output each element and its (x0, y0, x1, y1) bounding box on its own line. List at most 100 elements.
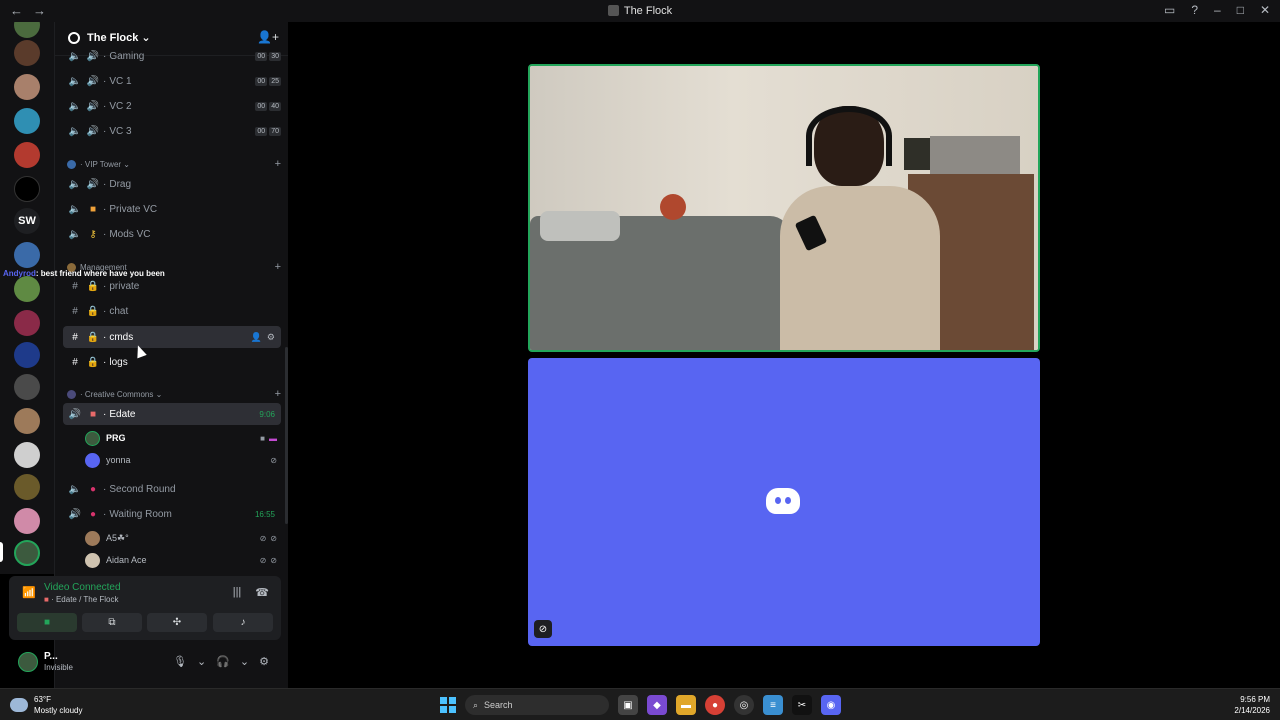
gear-icon[interactable]: ⚙ (267, 332, 275, 343)
video-tile-yonna[interactable]: ⊘ (528, 358, 1040, 646)
add-channel-icon[interactable]: + (275, 261, 281, 273)
screen-share-button[interactable]: ⧉ (82, 613, 142, 632)
close-icon[interactable]: ✕ (1260, 3, 1270, 17)
gear-icon[interactable]: ⚙ (259, 655, 269, 668)
taskbar-apps: ⌕ Search ▣ ◆ ▬ ● ◎ ≡ ✂ ◉ (440, 695, 841, 715)
add-channel-icon[interactable]: + (275, 158, 281, 170)
speaker-off-icon: 🔈 (68, 50, 82, 62)
channel-cmds[interactable]: # 🔒 · cmds 👤 ⚙ (63, 326, 281, 348)
username[interactable]: P... (44, 651, 58, 662)
channel-drag[interactable]: 🔈 🔊 · Drag (63, 173, 281, 195)
server-icon[interactable] (14, 176, 40, 202)
capcut-icon[interactable]: ✂ (792, 695, 812, 715)
avatar (85, 530, 100, 546)
weather-temp: 63°F (34, 695, 51, 704)
channel-gaming[interactable]: 🔈 🔊 · Gaming 00 30 (63, 45, 281, 67)
server-icon[interactable] (14, 74, 40, 100)
channel-mods-vc[interactable]: 🔈 ⚷ · Mods VC (63, 223, 281, 245)
create-invite-icon[interactable]: 👤 (251, 332, 262, 343)
server-icon[interactable] (14, 22, 40, 38)
voice-member-prg[interactable]: PRG ■ ▬ (85, 428, 281, 448)
voice-member[interactable]: A5☘︎° ⊘ ⊘ (85, 528, 281, 548)
weather-widget[interactable]: 63°F Mostly cloudy (10, 694, 82, 716)
video-tile-prg[interactable] (528, 64, 1040, 352)
category-vip-tower[interactable]: · VIP Tower ⌄ + (67, 157, 281, 171)
hashtag-icon: # (72, 331, 78, 343)
discord-logo-icon (766, 488, 800, 514)
connection-signal-icon[interactable]: 📶 (22, 586, 36, 599)
inbox-icon[interactable]: ▭ (1164, 3, 1175, 17)
server-icon[interactable] (14, 408, 40, 434)
camera-button[interactable]: ■ (17, 613, 77, 632)
activities-button[interactable]: ✣ (147, 613, 207, 632)
channel-private-vc[interactable]: 🔈 ■ · Private VC (63, 198, 281, 220)
server-icon[interactable] (14, 310, 40, 336)
channel-edate[interactable]: 🔊 ■ · Edate 9:06 (63, 403, 281, 425)
channel-vc-1[interactable]: 🔈 🔊 · VC 1 00 25 (63, 70, 281, 92)
add-channel-icon[interactable]: + (275, 388, 281, 400)
server-icon[interactable] (14, 108, 40, 134)
channel-second-round[interactable]: 🔈 ● · Second Round (63, 478, 281, 500)
server-icon-sw[interactable]: SW (14, 208, 40, 234)
server-icon-the-flock[interactable] (14, 540, 40, 566)
chevron-down-icon[interactable]: ⌄ (197, 655, 206, 668)
channel-chat[interactable]: # 🔒 · chat (63, 300, 281, 322)
channel-vc-2[interactable]: 🔈 🔊 · VC 2 00 40 (63, 95, 281, 117)
taskbar-search[interactable]: ⌕ Search (465, 695, 609, 715)
call-timer: 16:55 (254, 509, 275, 519)
server-icon[interactable] (14, 374, 40, 400)
github-desktop-icon[interactable]: ◎ (734, 695, 754, 715)
channel-waiting-room[interactable]: 🔊 ● · Waiting Room 16:55 (63, 503, 281, 525)
server-icon[interactable] (14, 276, 40, 302)
user-limit-badge: 25 (269, 76, 281, 86)
basketball (660, 194, 686, 220)
user-limit-badge: 40 (269, 101, 281, 111)
soundboard-button[interactable]: ♪ (213, 613, 273, 632)
copilot-icon[interactable]: ◆ (647, 695, 667, 715)
server-icon[interactable] (14, 242, 40, 268)
discord-taskbar-icon[interactable]: ◉ (821, 695, 841, 715)
chrome-icon[interactable]: ● (705, 695, 725, 715)
avatar[interactable] (18, 652, 38, 672)
voice-member-yonna[interactable]: yonna ⊘ (85, 450, 281, 470)
member-name: A5☘︎° (106, 532, 129, 543)
server-list: SW (0, 22, 54, 574)
muted-mic-icon: ⊘ (259, 555, 267, 565)
microphone-icon[interactable]: 🎙 (173, 655, 187, 668)
file-explorer-icon[interactable]: ▬ (676, 695, 696, 715)
task-view-icon[interactable]: ▣ (618, 695, 638, 715)
minimize-icon[interactable]: – (1214, 3, 1221, 17)
voice-member-aidan-ace[interactable]: Aidan Ace ⊘ ⊘ (85, 550, 281, 570)
chevron-down-icon[interactable]: ⌄ (240, 655, 249, 668)
server-icon[interactable] (14, 342, 40, 368)
channel-vc-3[interactable]: 🔈 🔊 · VC 3 00 70 (63, 120, 281, 142)
invite-people-icon[interactable]: 👤+ (257, 30, 279, 44)
clock-time: 9:56 PM (1240, 695, 1270, 704)
voice-status[interactable]: Video Connected (44, 582, 121, 593)
server-icon[interactable] (14, 40, 40, 66)
notepad-icon[interactable]: ≡ (763, 695, 783, 715)
user-status: Invisible (44, 663, 73, 672)
speaker-off-icon: 🔈 (68, 178, 82, 190)
speaker-icon: 🔊 (86, 50, 100, 62)
locked-speaker-icon: 🔈 (68, 228, 82, 240)
maximize-icon[interactable]: □ (1237, 3, 1244, 17)
system-clock[interactable]: 9:56 PM 2/14/2026 (1234, 694, 1270, 716)
disconnect-icon[interactable]: ☎ (255, 586, 269, 599)
headphones-icon[interactable]: 🎧 (216, 655, 230, 668)
server-icon[interactable] (14, 474, 40, 500)
windows-start-icon[interactable] (440, 697, 456, 713)
channel-private[interactable]: # 🔒 · private (63, 275, 281, 297)
locked-speaker-icon: 🔈 (68, 203, 82, 215)
server-icon[interactable] (14, 442, 40, 468)
category-creative-commons[interactable]: · Creative Commons ⌄ + (67, 387, 281, 401)
user-count-badge: 00 (255, 51, 268, 61)
server-icon[interactable] (14, 142, 40, 168)
call-timer: 9:06 (259, 409, 275, 419)
voice-location[interactable]: Edate / The Flock (56, 595, 119, 604)
server-icon[interactable] (14, 508, 40, 534)
channel-logs[interactable]: # 🔒 · logs (63, 351, 281, 373)
cloud-icon (10, 698, 28, 712)
noise-suppression-icon[interactable]: ||| (233, 586, 242, 599)
help-icon[interactable]: ? (1191, 3, 1198, 17)
